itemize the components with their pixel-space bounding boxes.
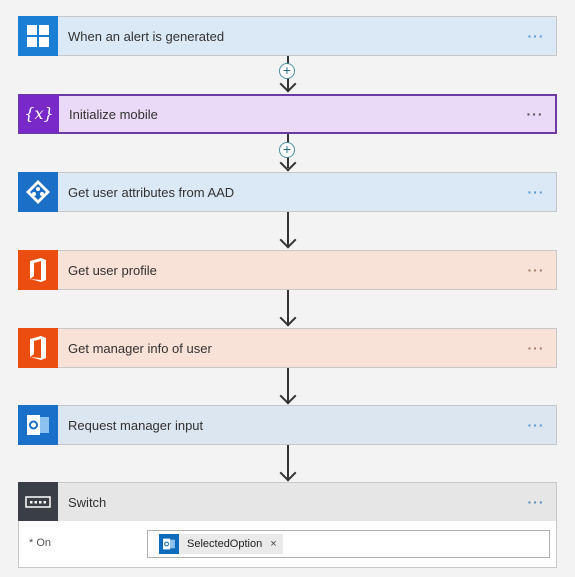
on-field-input[interactable]: SelectedOption × xyxy=(147,530,550,558)
on-field-label: * On xyxy=(29,537,52,549)
variable-icon: {x} xyxy=(19,94,59,133)
step-card-switch[interactable]: Switch ··· xyxy=(18,481,557,522)
more-options-button[interactable]: ··· xyxy=(516,184,556,200)
step-card-manager-info[interactable]: Get manager info of user ··· xyxy=(18,327,557,368)
arrowhead xyxy=(279,387,297,405)
office-icon xyxy=(18,327,58,368)
step-title: Get user profile xyxy=(68,262,157,278)
more-options-button[interactable]: ··· xyxy=(516,417,556,433)
outlook-icon xyxy=(18,404,58,445)
step-title: Get manager info of user xyxy=(68,340,212,356)
step-card-alert[interactable]: When an alert is generated ··· xyxy=(18,15,557,56)
insert-step-button[interactable]: + xyxy=(279,142,295,158)
dynamic-content-token[interactable]: SelectedOption × xyxy=(159,534,283,554)
step-title: Request manager input xyxy=(68,417,204,433)
switch-body: * On SelectedOption × xyxy=(18,521,557,568)
step-title: Get user attributes from AAD xyxy=(68,184,235,200)
step-card-request-manager-input[interactable]: Request manager input ··· xyxy=(18,404,557,445)
switch-icon xyxy=(18,481,58,522)
more-options-button[interactable]: ··· xyxy=(516,262,556,278)
step-card-initialize-mobile[interactable]: {x} Initialize mobile ··· xyxy=(18,94,557,134)
more-options-button[interactable]: ··· xyxy=(515,106,555,122)
outlook-icon xyxy=(159,534,179,554)
office-icon xyxy=(18,249,58,290)
windows-logo-icon xyxy=(18,15,58,56)
step-card-aad[interactable]: Get user attributes from AAD ··· xyxy=(18,171,557,212)
more-options-button[interactable]: ··· xyxy=(516,28,556,44)
step-card-user-profile[interactable]: Get user profile ··· xyxy=(18,249,557,290)
azure-ad-icon xyxy=(18,171,58,212)
remove-token-button[interactable]: × xyxy=(270,538,276,550)
arrowhead xyxy=(279,464,297,482)
step-title: Initialize mobile xyxy=(69,106,158,122)
arrowhead xyxy=(279,309,297,327)
more-options-button[interactable]: ··· xyxy=(516,494,556,510)
step-title: Switch xyxy=(68,494,107,510)
step-title: When an alert is generated xyxy=(68,28,225,44)
token-label: SelectedOption xyxy=(187,538,263,550)
insert-step-button[interactable]: + xyxy=(279,63,295,79)
more-options-button[interactable]: ··· xyxy=(516,340,556,356)
arrowhead xyxy=(279,231,297,249)
